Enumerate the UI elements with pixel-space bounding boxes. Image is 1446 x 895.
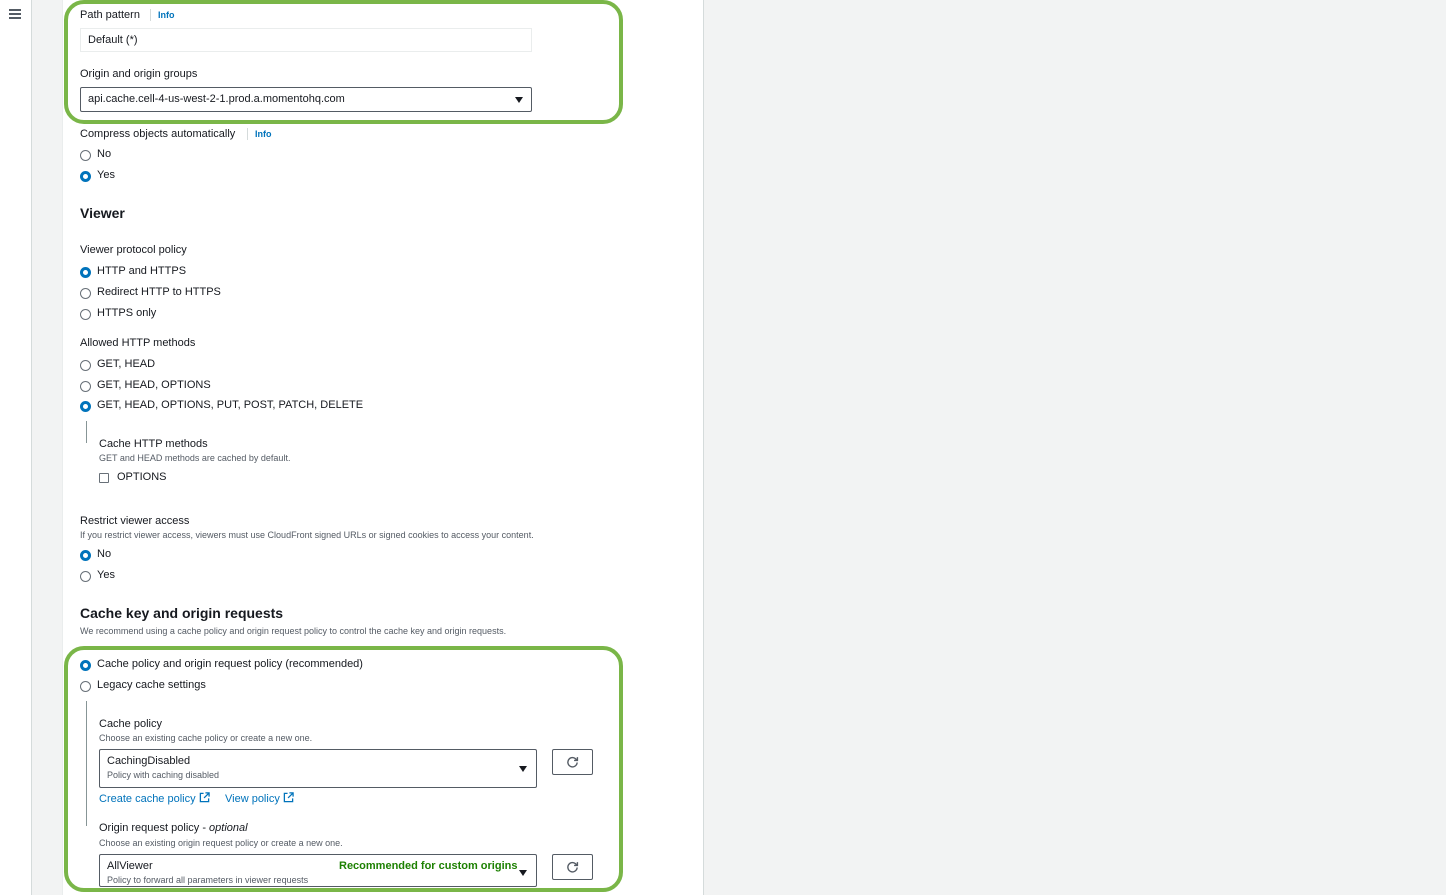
protocol-http-https-radio[interactable]	[80, 267, 91, 278]
external-link-icon	[283, 792, 294, 803]
allowed-methods-label: Allowed HTTP methods	[80, 337, 196, 349]
cache-methods-label: Cache HTTP methods	[99, 438, 208, 450]
optional-tag: optional	[209, 822, 248, 834]
cache-policy-value-desc: Policy with caching disabled	[107, 770, 220, 780]
methods-option-label: GET, HEAD	[97, 358, 156, 370]
cache-policy-recommended-radio[interactable]	[80, 660, 91, 671]
origin-request-policy-label-text: Origin request policy -	[99, 822, 210, 834]
cache-policy-desc: Choose an existing cache policy or creat…	[99, 733, 313, 743]
recommended-badge: Recommended for custom origins	[339, 860, 518, 872]
protocol-option-label: HTTPS only	[97, 307, 157, 319]
info-separator	[247, 128, 248, 140]
cache-key-desc: We recommend using a cache policy and or…	[80, 626, 507, 636]
legacy-cache-option-label: Legacy cache settings	[97, 679, 206, 691]
cache-methods-desc: GET and HEAD methods are cached by defau…	[99, 453, 291, 463]
refresh-cache-policy-button[interactable]	[552, 749, 593, 775]
methods-all-radio[interactable]	[80, 401, 91, 412]
path-pattern-input[interactable]: Default (*)	[80, 28, 532, 52]
view-cache-policy-link[interactable]: View policy	[225, 792, 294, 805]
refresh-icon	[567, 756, 579, 768]
origin-request-policy-desc: Choose an existing origin request policy…	[99, 838, 343, 848]
protocol-option-label: HTTP and HTTPS	[97, 265, 187, 277]
side-navigation-rail	[0, 0, 32, 895]
path-pattern-label: Path pattern	[80, 9, 140, 21]
restrict-access-desc: If you restrict viewer access, viewers m…	[80, 530, 534, 540]
compress-yes-radio[interactable]	[80, 171, 91, 182]
restrict-access-label: Restrict viewer access	[80, 515, 190, 527]
nested-indent-line	[86, 421, 87, 443]
create-cache-policy-text: Create cache policy	[99, 793, 196, 805]
compress-yes-label: Yes	[97, 169, 115, 181]
restrict-no-radio[interactable]	[80, 550, 91, 561]
restrict-yes-label: Yes	[97, 569, 115, 581]
external-link-icon	[199, 792, 210, 803]
path-pattern-value: Default (*)	[88, 34, 138, 46]
methods-get-head-options-radio[interactable]	[80, 381, 91, 392]
nested-indent-line	[86, 701, 87, 826]
compress-info-link[interactable]: Info	[255, 129, 272, 139]
chevron-down-icon	[519, 870, 527, 876]
form-panel: Path pattern Info Default (*) Origin and…	[62, 0, 704, 895]
restrict-no-label: No	[97, 548, 112, 560]
cache-policy-option-label: Cache policy and origin request policy (…	[97, 658, 363, 670]
create-cache-policy-link[interactable]: Create cache policy	[99, 792, 210, 805]
origin-request-policy-label: Origin request policy - optional	[99, 822, 248, 834]
protocol-option-label: Redirect HTTP to HTTPS	[97, 286, 221, 298]
refresh-origin-request-policy-button[interactable]	[552, 854, 593, 880]
viewer-protocol-label: Viewer protocol policy	[80, 244, 187, 256]
origin-request-policy-value-desc: Policy to forward all parameters in view…	[107, 875, 309, 885]
compress-label: Compress objects automatically	[80, 128, 236, 140]
protocol-redirect-radio[interactable]	[80, 288, 91, 299]
chevron-down-icon	[519, 766, 527, 772]
compress-no-radio[interactable]	[80, 150, 91, 161]
methods-option-label: GET, HEAD, OPTIONS, PUT, POST, PATCH, DE…	[97, 399, 364, 411]
refresh-icon	[567, 861, 579, 873]
origin-label: Origin and origin groups	[80, 68, 198, 80]
cache-options-label: OPTIONS	[117, 471, 167, 483]
path-pattern-info-link[interactable]: Info	[158, 10, 175, 20]
view-policy-text: View policy	[225, 793, 280, 805]
methods-get-head-radio[interactable]	[80, 360, 91, 371]
cache-key-heading: Cache key and origin requests	[80, 605, 284, 621]
origin-select[interactable]: api.cache.cell-4-us-west-2-1.prod.a.mome…	[80, 87, 532, 112]
viewer-heading: Viewer	[80, 205, 125, 221]
legacy-cache-settings-radio[interactable]	[80, 681, 91, 692]
info-separator	[150, 9, 151, 21]
chevron-down-icon	[515, 97, 523, 103]
origin-select-value: api.cache.cell-4-us-west-2-1.prod.a.mome…	[88, 93, 345, 105]
methods-option-label: GET, HEAD, OPTIONS	[97, 379, 211, 391]
compress-no-label: No	[97, 148, 112, 160]
restrict-yes-radio[interactable]	[80, 571, 91, 582]
cache-policy-value: CachingDisabled	[107, 755, 191, 767]
cache-policy-select[interactable]: CachingDisabled Policy with caching disa…	[99, 749, 537, 788]
hamburger-menu-icon[interactable]	[9, 9, 21, 19]
origin-request-policy-select[interactable]: AllViewer Policy to forward all paramete…	[99, 854, 537, 887]
cache-policy-label: Cache policy	[99, 718, 162, 730]
protocol-https-only-radio[interactable]	[80, 309, 91, 320]
cache-options-checkbox[interactable]	[99, 473, 109, 483]
